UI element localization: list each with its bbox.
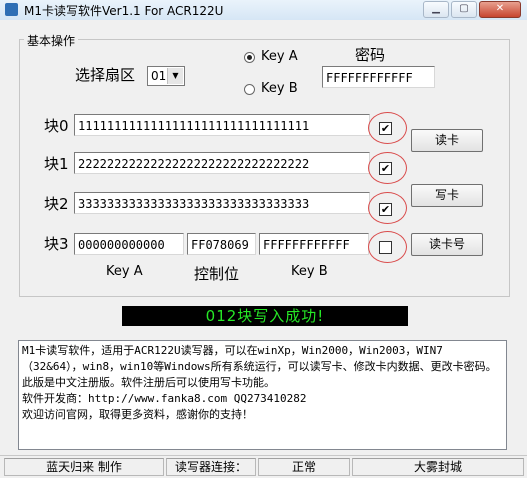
- info-line-2: 软件开发商：http://www.fanka8.com QQ273410282: [22, 392, 307, 405]
- group-title: 基本操作: [24, 32, 79, 49]
- block1-field[interactable]: 22222222222222222222222222222222: [74, 152, 370, 174]
- reader-state-cell: 正常: [258, 458, 350, 476]
- block2-field[interactable]: 33333333333333333333333333333333: [74, 192, 370, 214]
- block0-label: 块0: [44, 117, 69, 135]
- author-cell: 蓝天归来 制作: [4, 458, 164, 476]
- check-icon: ✔: [380, 203, 391, 216]
- block3-label: 块3: [44, 235, 69, 253]
- reader-connection-label: 读写器连接：: [166, 458, 256, 476]
- password-field[interactable]: FFFFFFFFFFFF: [322, 66, 435, 88]
- block3-key-b-field[interactable]: FFFFFFFFFFFF: [259, 233, 369, 255]
- status-message: 012块写入成功!: [122, 306, 408, 326]
- write-card-button[interactable]: 写卡: [411, 184, 483, 207]
- check-icon: ✔: [380, 162, 391, 175]
- block3-checkbox[interactable]: [379, 241, 392, 254]
- close-icon[interactable]: ✕: [479, 1, 521, 18]
- app-icon: [5, 3, 18, 16]
- key-a-caption: Key A: [106, 264, 143, 279]
- sector-label: 选择扇区: [75, 66, 136, 84]
- status-bar: 蓝天归来 制作 读写器连接： 正常 大雾封城: [0, 455, 527, 478]
- control-bits-caption: 控制位: [194, 265, 240, 283]
- window-title: M1卡读写软件Ver1.1 For ACR122U: [24, 4, 224, 18]
- status-right-cell: 大雾封城: [352, 458, 524, 476]
- block0-checkbox[interactable]: ✔: [379, 122, 392, 135]
- block3-control-field[interactable]: FF078069: [187, 233, 256, 255]
- sector-select[interactable]: 01 ▼: [147, 66, 185, 86]
- app-window: M1卡读写软件Ver1.1 For ACR122U ▁ ▢ ✕ 基本操作 选择扇…: [0, 0, 527, 478]
- password-label: 密码: [355, 46, 386, 64]
- check-icon: ✔: [380, 122, 391, 135]
- info-line-3: 欢迎访问官网，取得更多资料，感谢你的支持！: [22, 408, 253, 421]
- chevron-down-icon[interactable]: ▼: [167, 68, 183, 84]
- minimize-icon[interactable]: ▁: [423, 1, 449, 18]
- key-b-radio[interactable]: [244, 84, 255, 95]
- block1-checkbox[interactable]: ✔: [379, 162, 392, 175]
- key-a-label: Key A: [261, 49, 298, 64]
- key-b-label: Key B: [261, 81, 298, 96]
- sector-value: 01: [151, 69, 167, 83]
- maximize-icon[interactable]: ▢: [451, 1, 477, 18]
- block3-key-a-field[interactable]: 000000000000: [74, 233, 184, 255]
- key-a-radio[interactable]: [244, 52, 255, 63]
- info-line-1: M1卡读写软件，适用于ACR122U读写器，可以在winXp，Win2000，W…: [22, 344, 497, 389]
- info-textarea[interactable]: M1卡读写软件，适用于ACR122U读写器，可以在winXp，Win2000，W…: [18, 340, 507, 450]
- title-bar: M1卡读写软件Ver1.1 For ACR122U ▁ ▢ ✕: [0, 0, 527, 20]
- block0-field[interactable]: 11111111111111111111111111111111: [74, 114, 370, 136]
- read-card-id-button[interactable]: 读卡号: [411, 233, 483, 256]
- key-b-caption: Key B: [291, 264, 328, 279]
- read-card-button[interactable]: 读卡: [411, 129, 483, 152]
- block2-label: 块2: [44, 195, 69, 213]
- block2-checkbox[interactable]: ✔: [379, 203, 392, 216]
- block1-label: 块1: [44, 155, 69, 173]
